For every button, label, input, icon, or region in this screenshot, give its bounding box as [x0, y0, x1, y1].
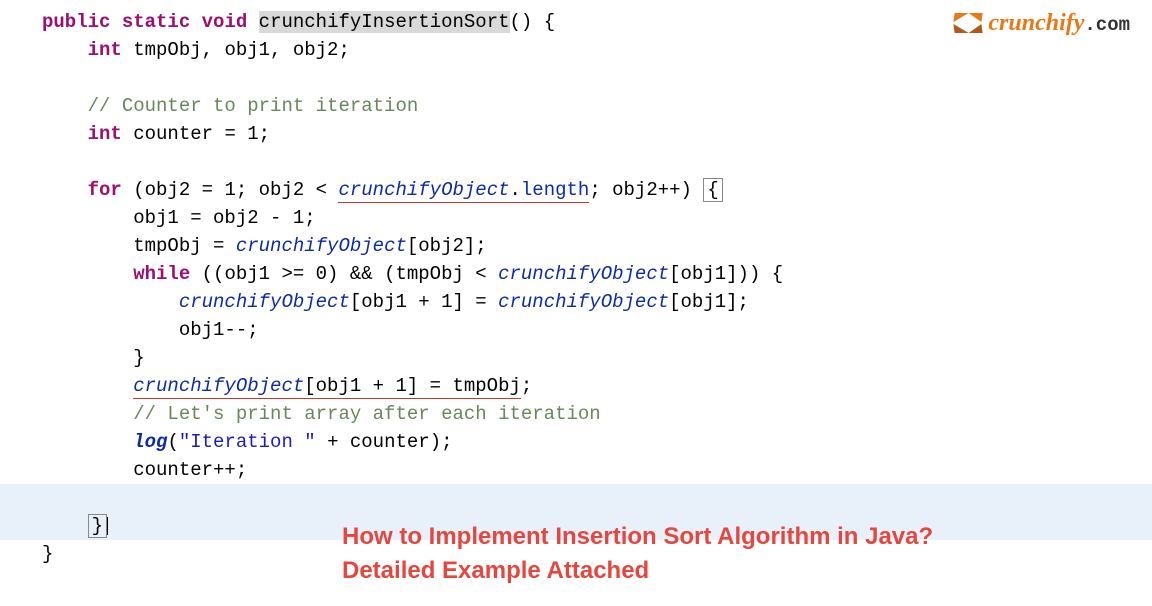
- code-comment: // Let's print array after each iteratio…: [133, 403, 600, 425]
- identifier: crunchifyObject: [179, 291, 350, 313]
- brace-highlight: {: [703, 178, 722, 202]
- code-text: () {: [510, 11, 556, 33]
- code-text: }: [133, 347, 144, 369]
- code-text: (: [167, 431, 178, 453]
- keyword-for: for: [88, 179, 122, 201]
- code-text: [obj2];: [407, 235, 487, 257]
- code-text: ;: [521, 375, 532, 397]
- article-title: How to Implement Insertion Sort Algorith…: [342, 520, 933, 588]
- code-text: obj1 = obj2 - 1;: [133, 207, 315, 229]
- code-comment: // Counter to print iteration: [88, 95, 419, 117]
- code-text: [obj1];: [669, 291, 749, 313]
- code-text: ((obj1 >= 0) && (tmpObj <: [190, 263, 498, 285]
- crunchify-logo-icon: [954, 13, 982, 35]
- log-call: log: [133, 431, 167, 453]
- keyword-void: void: [202, 11, 248, 33]
- code-text: counter++;: [133, 459, 247, 481]
- keyword-static: static: [122, 11, 190, 33]
- code-snippet: public static void crunchifyInsertionSor…: [0, 0, 1152, 568]
- code-text: + counter);: [316, 431, 453, 453]
- title-line-2: Detailed Example Attached: [342, 554, 933, 588]
- identifier: crunchifyObject: [498, 263, 669, 285]
- code-text: tmpObj =: [133, 235, 236, 257]
- identifier: crunchifyObject: [133, 375, 304, 397]
- string-literal: "Iteration ": [179, 431, 316, 453]
- brace-highlight: }: [88, 514, 107, 538]
- property-length: length: [521, 179, 589, 201]
- code-text: [obj1 + 1] = tmpObj: [304, 375, 521, 397]
- code-text: tmpObj, obj1, obj2;: [122, 39, 350, 61]
- code-text: obj1--;: [179, 319, 259, 341]
- code-text: [obj1 + 1] =: [350, 291, 498, 313]
- code-text: counter = 1;: [122, 123, 270, 145]
- crunchify-logo: crunchify.com: [954, 10, 1130, 37]
- keyword-int: int: [88, 39, 122, 61]
- code-text: (obj2 = 1; obj2 <: [122, 179, 339, 201]
- code-text: .: [510, 179, 521, 201]
- identifier: crunchifyObject: [338, 179, 509, 201]
- title-line-1: How to Implement Insertion Sort Algorith…: [342, 520, 933, 554]
- method-name-highlight: crunchifyInsertionSort: [259, 11, 510, 33]
- logo-suffix: .com: [1084, 14, 1130, 36]
- code-text: }: [42, 543, 53, 565]
- keyword-int: int: [88, 123, 122, 145]
- text-cursor-icon: [107, 517, 108, 535]
- keyword-while: while: [133, 263, 190, 285]
- code-text: [obj1])) {: [669, 263, 783, 285]
- logo-brand: crunchify: [988, 10, 1084, 36]
- keyword-public: public: [42, 11, 110, 33]
- identifier: crunchifyObject: [498, 291, 669, 313]
- code-text: ; obj2++): [589, 179, 703, 201]
- identifier: crunchifyObject: [236, 235, 407, 257]
